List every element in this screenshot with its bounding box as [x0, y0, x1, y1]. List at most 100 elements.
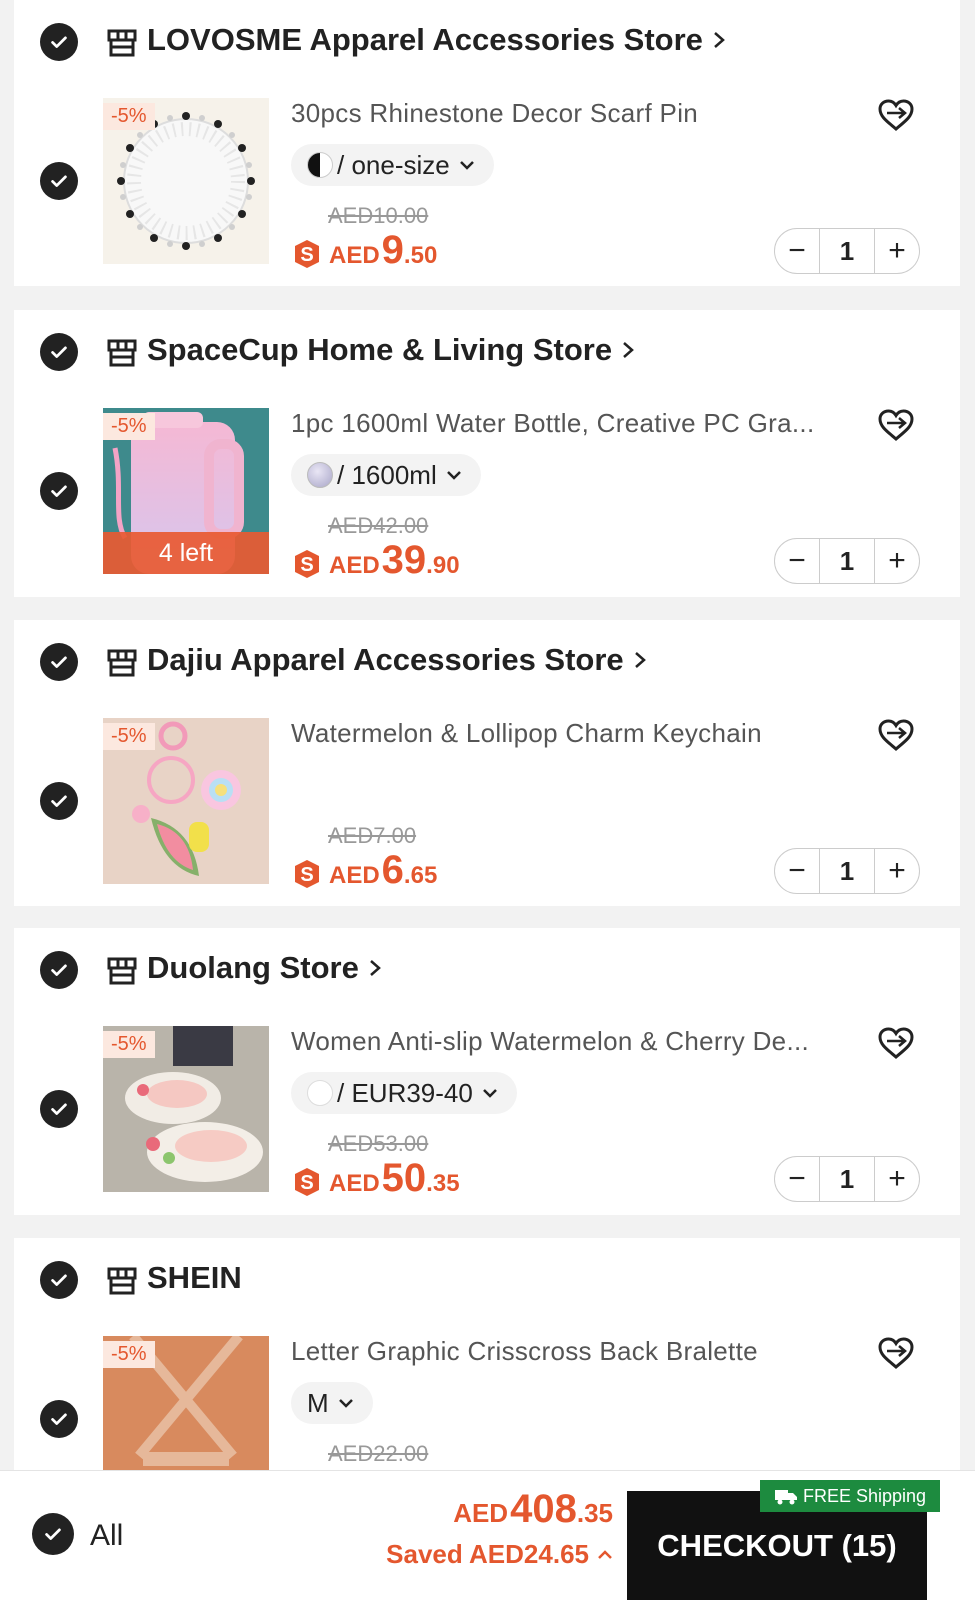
quantity-value[interactable]: 1: [819, 849, 875, 893]
store-name: SpaceCup Home & Living Store: [147, 332, 613, 367]
select-all-label[interactable]: All: [90, 1519, 123, 1553]
price-decimal: .65: [403, 862, 438, 889]
product-image[interactable]: -5%: [103, 1026, 269, 1192]
chevron-down-icon: [459, 161, 474, 170]
sale-price: S AED 6.65: [291, 848, 437, 893]
item-select-checkbox[interactable]: [40, 162, 78, 200]
increase-button[interactable]: +: [875, 849, 919, 893]
product-title[interactable]: Watermelon & Lollipop Charm Keychain: [291, 718, 762, 749]
store-name-link[interactable]: Dajiu Apparel Accessories Store: [147, 642, 648, 678]
checkmark-icon: [51, 485, 67, 497]
product-title[interactable]: Women Anti-slip Watermelon & Cherry De..…: [291, 1026, 809, 1057]
store-header: SpaceCup Home & Living Store: [14, 310, 960, 398]
original-price: AED7.00: [328, 823, 417, 848]
price-currency: AED: [329, 552, 380, 579]
checkmark-icon: [51, 964, 67, 976]
store-name-link[interactable]: Duolang Store: [147, 950, 383, 986]
total-integer: 408: [510, 1487, 577, 1531]
savings-summary[interactable]: Saved AED24.65: [386, 1539, 613, 1570]
variant-label: M: [307, 1387, 329, 1418]
store-card: Duolang Store -5% Women Anti-slip Waterm…: [14, 928, 960, 1215]
cart-item: -5% Watermelon & Lollipop Charm Keychain…: [14, 708, 960, 894]
product-title[interactable]: 1pc 1600ml Water Bottle, Creative PC Gra…: [291, 408, 814, 439]
checkmark-icon: [51, 175, 67, 187]
checkmark-icon: [51, 656, 67, 668]
product-title[interactable]: 30pcs Rhinestone Decor Scarf Pin: [291, 98, 698, 129]
heart-add-icon[interactable]: [876, 1334, 916, 1374]
product-image[interactable]: -5%: [103, 718, 269, 884]
free-shipping-badge: FREE Shipping: [760, 1480, 940, 1512]
store-select-checkbox[interactable]: [40, 333, 78, 371]
s-coin-icon: S: [295, 549, 319, 578]
price-decimal: .35: [426, 1170, 460, 1197]
storefront-icon: [107, 649, 137, 677]
heart-add-icon[interactable]: [876, 1024, 916, 1064]
discount-badge: -5%: [103, 103, 155, 130]
color-swatch: [307, 462, 333, 488]
store-name-link[interactable]: LOVOSME Apparel Accessories Store: [147, 22, 727, 58]
increase-button[interactable]: +: [875, 229, 919, 273]
select-all-checkbox[interactable]: [32, 1513, 74, 1555]
heart-add-icon[interactable]: [876, 716, 916, 756]
decrease-button[interactable]: −: [775, 539, 819, 583]
increase-button[interactable]: +: [875, 1157, 919, 1201]
quantity-stepper: −1 +: [774, 848, 920, 894]
product-title[interactable]: Letter Graphic Crisscross Back Bralette: [291, 1336, 758, 1367]
increase-button[interactable]: +: [875, 539, 919, 583]
price-currency: AED: [329, 862, 380, 889]
cart-item: -5% Women Anti-slip Watermelon & Cherry …: [14, 1016, 960, 1202]
store-name: Dajiu Apparel Accessories Store: [147, 642, 624, 677]
svg-text:S: S: [300, 1172, 313, 1194]
variant-selector[interactable]: M: [291, 1382, 373, 1424]
variant-selector[interactable]: / 1600ml: [291, 454, 481, 496]
quantity-value[interactable]: 1: [819, 1157, 875, 1201]
decrease-button[interactable]: −: [775, 849, 819, 893]
total-decimal: .35: [576, 1498, 613, 1528]
quantity-value[interactable]: 1: [819, 539, 875, 583]
chevron-right-icon: [623, 342, 634, 358]
store-name: SHEIN: [147, 1260, 242, 1295]
variant-selector[interactable]: / one-size: [291, 144, 494, 186]
item-select-checkbox[interactable]: [40, 782, 78, 820]
product-image[interactable]: -5% 4 left: [103, 408, 269, 574]
checkmark-icon: [51, 1274, 67, 1286]
price-currency: AED: [329, 1170, 380, 1197]
store-header: SHEIN: [14, 1238, 960, 1326]
variant-label: / EUR39-40: [337, 1077, 473, 1108]
price-integer: 50: [381, 1156, 427, 1200]
price-integer: 39: [381, 538, 427, 582]
store-name-link[interactable]: SpaceCup Home & Living Store: [147, 332, 636, 368]
discount-badge: -5%: [103, 413, 155, 440]
store-header: Dajiu Apparel Accessories Store: [14, 620, 960, 708]
quantity-value[interactable]: 1: [819, 229, 875, 273]
decrease-button[interactable]: −: [775, 1157, 819, 1201]
checkout-bar: All AED 408.35 Saved AED24.65 CHECKOUT (1…: [0, 1470, 975, 1600]
price-decimal: .50: [403, 242, 438, 269]
cart-item: -5% 30pcs Rhinestone Decor Scarf Pin / o…: [14, 88, 960, 274]
item-select-checkbox[interactable]: [40, 1400, 78, 1438]
variant-selector[interactable]: / EUR39-40: [291, 1072, 517, 1114]
store-card: LOVOSME Apparel Accessories Store -5% 30…: [14, 0, 960, 286]
store-select-checkbox[interactable]: [40, 1261, 78, 1299]
total-currency: AED: [453, 1498, 509, 1528]
chevron-right-icon: [634, 652, 646, 668]
item-select-checkbox[interactable]: [40, 472, 78, 510]
store-select-checkbox[interactable]: [40, 951, 78, 989]
item-select-checkbox[interactable]: [40, 1090, 78, 1128]
heart-add-icon[interactable]: [876, 96, 916, 136]
original-price: AED22.00: [328, 1441, 429, 1466]
discount-badge: -5%: [103, 723, 155, 750]
product-image[interactable]: -5%: [103, 1336, 269, 1478]
checkmark-icon: [51, 795, 67, 807]
decrease-button[interactable]: −: [775, 229, 819, 273]
store-name: LOVOSME Apparel Accessories Store: [147, 22, 703, 57]
color-swatch: [307, 1080, 333, 1106]
heart-add-icon[interactable]: [876, 406, 916, 446]
store-select-checkbox[interactable]: [40, 23, 78, 61]
quantity-stepper: −1 +: [774, 228, 920, 274]
product-image[interactable]: -5%: [103, 98, 269, 264]
store-select-checkbox[interactable]: [40, 643, 78, 681]
checkmark-icon: [51, 1413, 67, 1425]
discount-badge: -5%: [103, 1031, 155, 1058]
cart-item: -5% Letter Graphic Crisscross Back Brale…: [14, 1326, 960, 1478]
